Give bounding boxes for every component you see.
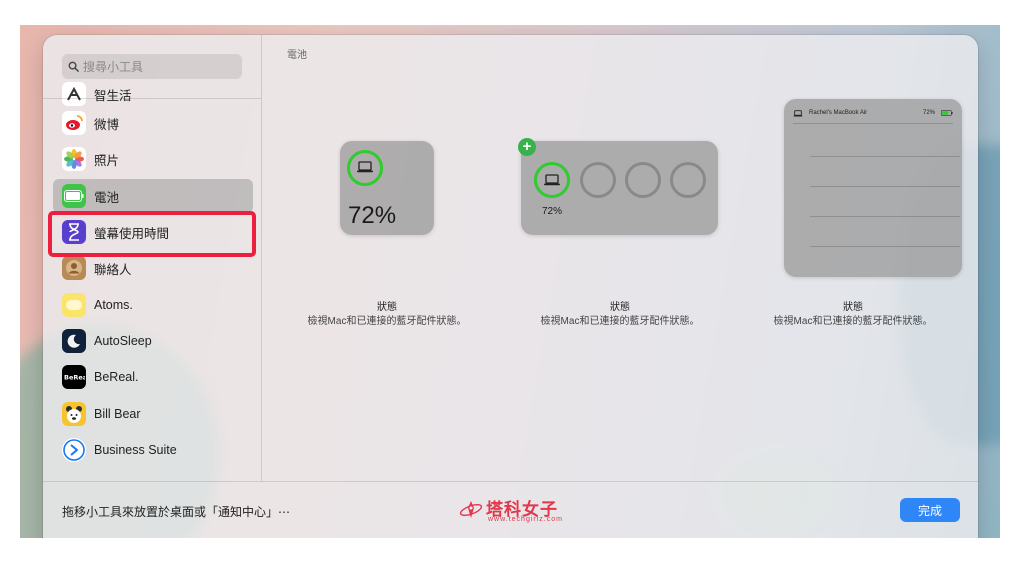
- photos-icon: [62, 147, 86, 171]
- divider: [810, 246, 960, 247]
- sidebar-item-label: Atoms.: [94, 298, 133, 312]
- widget-caption-title: 狀態: [843, 302, 863, 313]
- svg-text:BeReal.: BeReal.: [64, 374, 85, 382]
- sidebar-item-label: 螢幕使用時間: [94, 226, 170, 241]
- divider: [793, 123, 953, 124]
- divider: [43, 98, 261, 99]
- sidebar-item-label: 照片: [94, 153, 120, 168]
- laptop-icon: [793, 110, 803, 117]
- sidebar-item-business-suite[interactable]: Business Suite: [53, 433, 253, 467]
- sidebar-item-atoms[interactable]: Atoms.: [53, 288, 253, 322]
- sidebar-item-battery[interactable]: 電池: [53, 179, 253, 213]
- section-title: 電池: [287, 50, 307, 61]
- done-button[interactable]: 完成: [900, 498, 960, 522]
- sidebar-item-label: AutoSleep: [94, 334, 152, 348]
- divider: [810, 216, 960, 217]
- device-name: Rachel's MacBook Air: [809, 110, 868, 116]
- sidebar-item-bill-bear[interactable]: Bill Bear: [53, 397, 253, 431]
- sidebar-item-label: 聯絡人: [94, 262, 132, 277]
- smart-life-icon: [62, 82, 86, 106]
- bereal-icon: BeReal.: [62, 365, 86, 389]
- sidebar-item-screen-time[interactable]: 螢幕使用時間: [53, 215, 253, 249]
- gallery-footer: 拖移小工具來放置於桌面或「通知中心」⋯ 塔科女子 www.techgirlz.c…: [43, 481, 978, 538]
- battery-percent: 72%: [542, 206, 563, 217]
- search-input[interactable]: [83, 59, 223, 74]
- widget-caption-description: 檢視Mac和已連接的藍牙配件狀態。: [540, 316, 700, 327]
- battery-widget-large[interactable]: Rachel's MacBook Air 72%: [784, 99, 962, 277]
- battery-percent: 72%: [923, 110, 936, 116]
- widget-caption-description: 檢視Mac和已連接的藍牙配件狀態。: [307, 316, 467, 327]
- widget-caption-title: 狀態: [610, 302, 630, 313]
- battery-percent: 72%: [348, 202, 397, 229]
- search-icon: [68, 61, 79, 72]
- empty-slot-ring: [670, 162, 706, 198]
- widget-caption-title: 狀態: [377, 302, 397, 313]
- atoms-icon: [62, 293, 86, 317]
- sidebar-item-label: Business Suite: [94, 443, 177, 457]
- drag-hint-text: 拖移小工具來放置於桌面或「通知中心」⋯: [62, 505, 291, 519]
- empty-slot-ring: [625, 162, 661, 198]
- laptop-icon: [544, 174, 560, 186]
- widget-preview-area: 電池 72% 72% + Rachel's MacBook Air 72% 狀態…: [263, 35, 978, 481]
- sidebar-item-label: 智生活: [94, 88, 132, 103]
- sidebar-item-label: 微博: [94, 117, 120, 132]
- widget-sidebar: 智生活 微博: [43, 35, 262, 481]
- sidebar-item-label: Bill Bear: [94, 407, 141, 421]
- sidebar-item-autosleep[interactable]: AutoSleep: [53, 324, 253, 358]
- divider: [810, 186, 960, 187]
- battery-widget-medium[interactable]: 72%: [521, 141, 718, 235]
- sidebar-item-bereal[interactable]: BeReal. BeReal.: [53, 360, 253, 394]
- rocket-logo-icon: [459, 501, 483, 518]
- sidebar-item-photos[interactable]: 照片: [53, 142, 253, 176]
- widget-gallery-panel: 智生活 微博: [43, 35, 978, 538]
- search-field[interactable]: [62, 54, 242, 79]
- battery-icon: [62, 184, 86, 208]
- desktop-background: 智生活 微博: [20, 25, 1000, 538]
- contacts-icon: [62, 256, 86, 280]
- business-suite-icon: [62, 438, 86, 462]
- weibo-icon: [62, 111, 86, 135]
- sidebar-item-weibo[interactable]: 微博: [53, 106, 253, 140]
- divider: [810, 156, 960, 157]
- empty-slot-ring: [580, 162, 616, 198]
- add-widget-button[interactable]: +: [518, 138, 536, 156]
- battery-widget-small[interactable]: 72%: [340, 141, 434, 235]
- sidebar-item-label: 電池: [94, 190, 120, 205]
- autosleep-icon: [62, 329, 86, 353]
- bill-bear-icon: [62, 402, 86, 426]
- sidebar-item-label: BeReal.: [94, 370, 139, 384]
- watermark-logo: 塔科女子 www.techgirlz.com: [458, 494, 578, 528]
- watermark-url: www.techgirlz.com: [488, 516, 563, 523]
- screen-time-icon: [62, 220, 86, 244]
- battery-icon: [941, 110, 953, 116]
- widget-caption-description: 檢視Mac和已連接的藍牙配件狀態。: [773, 316, 933, 327]
- sidebar-item-contacts[interactable]: 聯絡人: [53, 251, 253, 285]
- laptop-icon: [357, 161, 373, 173]
